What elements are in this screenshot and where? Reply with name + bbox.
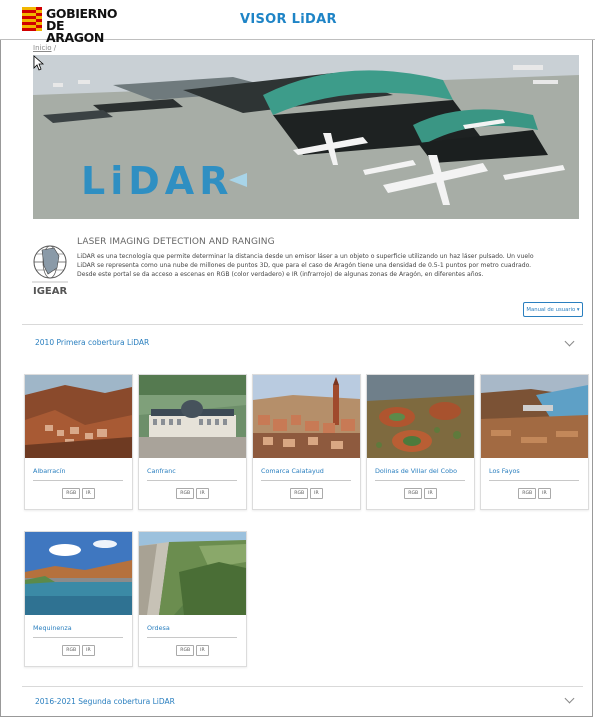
- card-title[interactable]: Dolinas de Villar del Cobo: [375, 467, 457, 475]
- card-title[interactable]: Mequinenza: [33, 624, 72, 632]
- wordmark-arrow-icon: [229, 173, 247, 187]
- breadcrumb-home-link[interactable]: Inicio: [33, 44, 52, 52]
- card-title[interactable]: Comarca Calatayud: [261, 467, 324, 475]
- app-title: VISOR LiDAR: [240, 12, 337, 27]
- about-title: LASER IMAGING DETECTION AND RANGING: [77, 237, 275, 247]
- los-fayos-thumbnail[interactable]: [481, 375, 588, 458]
- ordesa-thumbnail[interactable]: [139, 532, 246, 615]
- rgb-button[interactable]: RGB: [404, 488, 423, 499]
- ir-button[interactable]: IR: [82, 645, 95, 656]
- card-rule: [33, 637, 123, 638]
- card-comarca-calatayud[interactable]: Comarca Calatayud RGB IR: [252, 374, 361, 510]
- card-title[interactable]: Ordesa: [147, 624, 170, 632]
- card-mequinenza[interactable]: Mequinenza RGB IR: [24, 531, 133, 667]
- aragon-flag-icon: [22, 7, 36, 31]
- breadcrumb-separator: /: [53, 44, 57, 52]
- calatayud-thumbnail[interactable]: [253, 375, 360, 458]
- ir-button[interactable]: IR: [424, 488, 437, 499]
- card-rule: [33, 480, 123, 481]
- section-divider: [22, 324, 583, 325]
- rgb-button[interactable]: RGB: [176, 645, 195, 656]
- card-title[interactable]: Canfranc: [147, 467, 176, 475]
- albarracin-thumbnail[interactable]: [25, 375, 132, 458]
- card-rule: [147, 480, 237, 481]
- rgb-button[interactable]: RGB: [176, 488, 195, 499]
- mequinenza-thumbnail[interactable]: [25, 532, 132, 615]
- gobierno-aragon-logo[interactable]: GOBIERNO DE ARAGON: [22, 6, 122, 44]
- ir-button[interactable]: IR: [310, 488, 323, 499]
- about-description: LiDAR es una tecnología que permite dete…: [77, 253, 534, 279]
- dolinas-thumbnail[interactable]: [367, 375, 474, 458]
- card-albarracin[interactable]: Albarracín RGB IR: [24, 374, 133, 510]
- section-divider: [22, 686, 583, 687]
- card-buttons: RGB IR: [481, 488, 588, 499]
- card-los-fayos[interactable]: Los Fayos RGB IR: [480, 374, 589, 510]
- card-buttons: RGB IR: [25, 645, 132, 656]
- card-buttons: RGB IR: [367, 488, 474, 499]
- lidar-wordmark: LiDAR: [81, 159, 234, 203]
- card-buttons: RGB IR: [139, 488, 246, 499]
- breadcrumb: Inicio /: [33, 44, 56, 52]
- canfranc-thumbnail[interactable]: [139, 375, 246, 458]
- rgb-button[interactable]: RGB: [62, 645, 81, 656]
- igear-label: IGEAR: [33, 286, 67, 297]
- card-rule: [147, 637, 237, 638]
- top-header: GOBIERNO DE ARAGON VISOR LiDAR: [0, 0, 595, 44]
- hero-banner: LiDAR: [33, 55, 579, 219]
- card-rule: [375, 480, 465, 481]
- globe-map-icon: [33, 245, 67, 279]
- rgb-button[interactable]: RGB: [518, 488, 537, 499]
- rgb-button[interactable]: RGB: [290, 488, 309, 499]
- cursor-arrow-icon: [33, 55, 45, 71]
- card-buttons: RGB IR: [25, 488, 132, 499]
- section-header-2010[interactable]: 2010 Primera cobertura LiDAR: [35, 338, 149, 347]
- ir-button[interactable]: IR: [82, 488, 95, 499]
- card-rule: [261, 480, 351, 481]
- card-canfranc[interactable]: Canfranc RGB IR: [138, 374, 247, 510]
- card-ordesa[interactable]: Ordesa RGB IR: [138, 531, 247, 667]
- igear-logo: IGEAR: [32, 245, 68, 297]
- rgb-button[interactable]: RGB: [62, 488, 81, 499]
- card-title[interactable]: Los Fayos: [489, 467, 520, 475]
- card-title[interactable]: Albarracín: [33, 467, 66, 475]
- section-header-2016-2021[interactable]: 2016-2021 Segunda cobertura LiDAR: [35, 697, 175, 706]
- ir-button[interactable]: IR: [196, 645, 209, 656]
- card-buttons: RGB IR: [139, 645, 246, 656]
- manual-dropdown-button[interactable]: Manual de usuario ▾: [523, 302, 583, 317]
- card-rule: [489, 480, 579, 481]
- aragon-flag-stripe: [36, 7, 42, 31]
- card-dolinas-villar-del-cobo[interactable]: Dolinas de Villar del Cobo RGB IR: [366, 374, 475, 510]
- ir-button[interactable]: IR: [196, 488, 209, 499]
- card-buttons: RGB IR: [253, 488, 360, 499]
- logo-line-2: DE ARAGON: [46, 18, 104, 45]
- ir-button[interactable]: IR: [538, 488, 551, 499]
